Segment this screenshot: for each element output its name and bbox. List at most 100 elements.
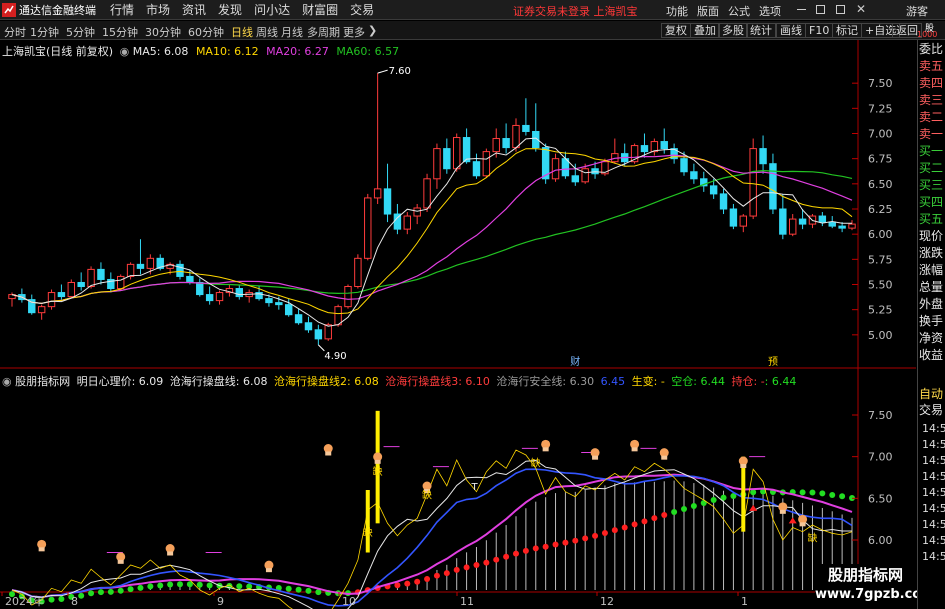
side-tab-buy4[interactable]: 买四 bbox=[919, 194, 945, 211]
candle-body bbox=[373, 188, 382, 199]
candle-body bbox=[522, 124, 530, 132]
candle-body bbox=[779, 208, 787, 235]
multi-stock-button[interactable]: 多股 bbox=[718, 23, 748, 38]
maximize-icon[interactable] bbox=[816, 5, 825, 14]
candle-body bbox=[126, 263, 135, 277]
stock-title[interactable]: 上海凯宝(日线 前复权) bbox=[2, 45, 113, 58]
side-tab-sell4[interactable]: 卖四 bbox=[919, 75, 945, 92]
side-time-7: 14:56 bbox=[922, 518, 945, 531]
side-tab-outer[interactable]: 外盘 bbox=[919, 296, 945, 313]
candle-body bbox=[828, 221, 836, 227]
mark-button[interactable]: 标记 bbox=[832, 23, 862, 38]
hand-icon-cuff bbox=[592, 455, 599, 460]
trend-dot bbox=[661, 511, 668, 518]
menu-options[interactable]: 选项 bbox=[759, 3, 781, 19]
period-tab-monthly[interactable]: 月线 bbox=[281, 24, 303, 40]
side-tab-buy5[interactable]: 买五 bbox=[919, 211, 945, 228]
overlay-button[interactable]: 叠加 bbox=[690, 23, 720, 38]
restore-icon[interactable] bbox=[836, 5, 845, 14]
login-status: 证券交易未登录 上海凯宝 bbox=[513, 5, 638, 18]
menu-discover[interactable]: 发现 bbox=[218, 1, 242, 18]
trend-dot bbox=[681, 506, 687, 512]
candle-body bbox=[443, 148, 451, 170]
trend-dot bbox=[305, 587, 312, 594]
minimize-icon[interactable] bbox=[797, 9, 806, 10]
trend-dot bbox=[147, 583, 154, 590]
ma5-value: 6.08 bbox=[163, 45, 189, 58]
trend-dot bbox=[671, 508, 678, 515]
menu-formula[interactable]: 公式 bbox=[728, 3, 750, 19]
period-tab-5min[interactable]: 5分钟 bbox=[66, 24, 95, 40]
side-tab-buy1[interactable]: 买一 bbox=[919, 143, 945, 160]
menu-wealth[interactable]: 财富圈 bbox=[302, 1, 338, 18]
side-auto[interactable]: 自动 bbox=[919, 386, 945, 403]
draw-button[interactable]: 画线 bbox=[776, 23, 806, 38]
trend-dot bbox=[483, 559, 490, 566]
trend-dot bbox=[177, 581, 183, 588]
menu-market[interactable]: 市场 bbox=[146, 1, 170, 18]
signal-label: 缺 bbox=[807, 532, 817, 545]
f10-button[interactable]: F10 bbox=[805, 23, 834, 38]
chart-svg[interactable]: 7.604.90财预 缺缺缺缺缺T 5.005.255.505.756.006.… bbox=[0, 40, 916, 609]
hand-icon-cuff bbox=[38, 547, 45, 552]
side-tab-bid-ratio[interactable]: 委比 bbox=[919, 41, 945, 58]
trend-dot bbox=[532, 545, 539, 552]
stats-button[interactable]: 统计 bbox=[746, 23, 776, 38]
guest-label[interactable]: 游客 bbox=[906, 3, 928, 19]
side-tab-sell2[interactable]: 卖二 bbox=[919, 109, 945, 126]
candle-body bbox=[87, 268, 95, 288]
candle-body bbox=[660, 141, 668, 150]
period-tab-more[interactable]: 更多 bbox=[343, 24, 365, 40]
trend-dot bbox=[572, 537, 579, 544]
side-tab-netasset[interactable]: 净资 bbox=[919, 330, 945, 347]
period-tab-15min[interactable]: 15分钟 bbox=[102, 24, 138, 40]
menu-function[interactable]: 功能 bbox=[666, 3, 688, 19]
side-tab-volume[interactable]: 总量 bbox=[919, 279, 945, 296]
period-tab-weekly[interactable]: 周线 bbox=[256, 24, 278, 40]
adjust-button[interactable]: 复权 bbox=[661, 23, 691, 38]
side-trade[interactable]: 交易 bbox=[919, 402, 945, 419]
candle-body bbox=[680, 158, 688, 173]
period-tab-daily[interactable]: 日线 bbox=[231, 24, 253, 40]
trend-dot bbox=[493, 556, 500, 563]
menu-trade[interactable]: 交易 bbox=[350, 1, 374, 18]
trend-dot bbox=[503, 553, 510, 560]
side-tab-sell5[interactable]: 卖五 bbox=[919, 58, 945, 75]
close-icon[interactable]: ✕ bbox=[856, 2, 866, 16]
indicator-settings-icon[interactable]: ◉ bbox=[2, 375, 12, 388]
menu-ask[interactable]: 问小达 bbox=[254, 1, 290, 18]
low-annotation-label: 4.90 bbox=[324, 351, 346, 362]
side-tab-earnings[interactable]: 收益 bbox=[919, 347, 945, 364]
candle-body bbox=[97, 268, 105, 280]
side-tab-price[interactable]: 现价 bbox=[919, 228, 945, 245]
chart-area[interactable]: 7.60 4.90 财预 缺缺缺缺缺T 5.00 5.25 5.50 5.75 6.00 6.… bbox=[0, 40, 935, 609]
candle-body bbox=[423, 178, 431, 209]
side-tab-sell1[interactable]: 卖一 bbox=[919, 126, 945, 143]
time-tick-label: 10 bbox=[342, 595, 356, 608]
indicator-tick-label: 7.00 bbox=[868, 451, 893, 464]
menu-quotes[interactable]: 行情 bbox=[110, 1, 134, 18]
side-tab-sell3[interactable]: 卖三 bbox=[919, 92, 945, 109]
period-tab-timeshare[interactable]: 分时 bbox=[4, 24, 26, 40]
period-tab-multi[interactable]: 多周期 bbox=[307, 24, 340, 40]
side-tab-buy2[interactable]: 买二 bbox=[919, 160, 945, 177]
ma-settings-icon[interactable]: ◉ bbox=[120, 45, 130, 58]
period-tab-30min[interactable]: 30分钟 bbox=[145, 24, 181, 40]
trend-dot bbox=[809, 489, 816, 496]
period-tab-60min[interactable]: 60分钟 bbox=[188, 24, 224, 40]
period-tab-1min[interactable]: 1分钟 bbox=[30, 24, 59, 40]
app-logo: 通达信金融终端 bbox=[0, 2, 100, 18]
indicator-name[interactable]: 股朋指标网 bbox=[15, 375, 70, 388]
side-tab-turnover[interactable]: 换手 bbox=[919, 313, 945, 330]
candle-body bbox=[77, 281, 85, 288]
ma5-label: MA5 bbox=[132, 45, 157, 58]
ma20-label: MA20 bbox=[266, 45, 298, 58]
side-tab-pct[interactable]: 涨幅 bbox=[919, 262, 945, 279]
menu-news[interactable]: 资讯 bbox=[182, 1, 206, 18]
indicator-tick-label: 6.50 bbox=[868, 492, 893, 505]
side-tab-change[interactable]: 涨跌 bbox=[919, 245, 945, 262]
candle-body bbox=[571, 175, 580, 183]
more-chevron-icon[interactable]: ❯ bbox=[368, 24, 377, 37]
menu-layout[interactable]: 版面 bbox=[697, 3, 719, 19]
side-tab-buy3[interactable]: 买三 bbox=[919, 177, 945, 194]
